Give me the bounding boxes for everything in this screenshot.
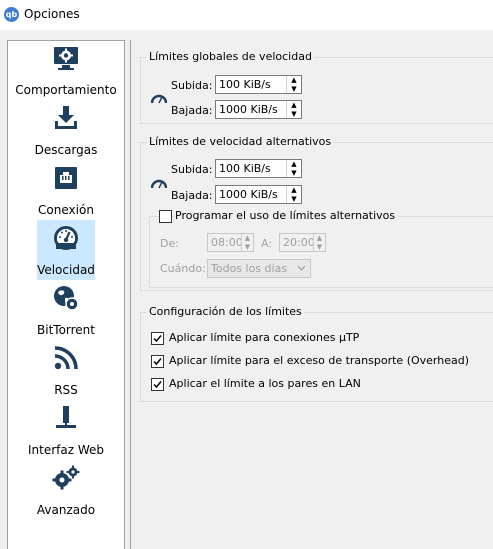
spin-down-icon[interactable]: ▼ xyxy=(287,195,301,203)
speed-settings-page: Límites globales de velocidad Subida: 10… xyxy=(131,40,493,549)
when-select[interactable]: Todos los días xyxy=(207,259,311,278)
app-logo-icon: qb xyxy=(4,7,19,22)
spinbox-value: 100 KiB/s xyxy=(219,162,271,175)
monitor-gear-icon xyxy=(8,43,124,75)
spinbox-value: 100 KiB/s xyxy=(219,78,271,91)
sidebar-item-label: Comportamiento xyxy=(15,83,117,97)
to-time-spinbox[interactable]: 20:00 ▲ ▼ xyxy=(279,233,326,252)
spin-up-icon[interactable]: ▲ xyxy=(287,186,301,194)
limits-config-group: Configuración de los límites Aplicar lím… xyxy=(140,305,493,402)
lan-limit-label[interactable]: Aplicar el límite a los pares en LAN xyxy=(169,377,361,390)
rss-icon xyxy=(8,343,124,375)
sidebar-item-rss[interactable]: RSS xyxy=(8,343,124,403)
spin-up-icon[interactable]: ▲ xyxy=(287,160,301,168)
download-label: Bajada: xyxy=(171,189,213,202)
chevron-down-icon xyxy=(297,265,306,271)
title-bar: qb Opciones xyxy=(0,0,493,30)
global-download-spinbox[interactable]: 1000 KiB/s ▲ ▼ xyxy=(215,100,302,119)
spin-up-icon[interactable]: ▲ xyxy=(287,101,301,109)
sidebar-item-bittorrent[interactable]: BitTorrent xyxy=(8,283,124,343)
spinbox-value: 08:00 xyxy=(211,236,243,249)
global-upload-spinbox[interactable]: 100 KiB/s ▲ ▼ xyxy=(215,75,302,94)
spinbox-value: 1000 KiB/s xyxy=(219,103,278,116)
upload-label: Subida: xyxy=(171,163,213,176)
checkmark-icon xyxy=(153,358,162,366)
spin-down-icon[interactable]: ▼ xyxy=(287,85,301,93)
download-label: Bajada: xyxy=(171,104,213,117)
sidebar-item-label: BitTorrent xyxy=(37,323,95,337)
alt-upload-spinbox[interactable]: 100 KiB/s ▲ ▼ xyxy=(215,159,302,178)
sidebar-item-label: Avanzado xyxy=(36,503,96,517)
sidebar-item-comportamiento[interactable]: Comportamiento xyxy=(8,43,124,103)
group-title: Límites globales de velocidad xyxy=(147,50,314,63)
network-port-icon xyxy=(8,163,124,195)
spin-up-icon[interactable]: ▲ xyxy=(287,76,301,84)
to-label: A: xyxy=(261,237,273,250)
checkmark-icon xyxy=(153,335,162,343)
sidebar-item-descargas[interactable]: Descargas xyxy=(8,103,124,163)
speedometer-icon xyxy=(151,94,167,104)
speedometer-icon xyxy=(151,179,167,189)
checkmark-icon xyxy=(153,381,162,389)
overhead-limit-label[interactable]: Aplicar límite para el exceso de transpo… xyxy=(169,354,469,367)
sidebar-item-label: Conexión xyxy=(38,203,94,217)
sidebar-item-conexion[interactable]: Conexión xyxy=(8,163,124,223)
spin-down-icon[interactable]: ▼ xyxy=(287,110,301,118)
upload-label: Subida: xyxy=(171,79,213,92)
spin-up-icon[interactable]: ▲ xyxy=(242,234,253,242)
globe-gear-icon xyxy=(8,283,124,315)
download-icon xyxy=(8,103,124,135)
group-title: Configuración de los límites xyxy=(147,305,304,318)
lan-limit-checkbox[interactable] xyxy=(151,378,164,391)
spin-down-icon[interactable]: ▼ xyxy=(242,243,253,251)
when-label: Cuándo: xyxy=(160,262,206,275)
select-value: Todos los días xyxy=(211,262,288,275)
spinbox-value: 20:00 xyxy=(283,236,315,249)
from-label: De: xyxy=(160,237,179,250)
gears-icon xyxy=(8,463,124,495)
utp-limit-checkbox[interactable] xyxy=(151,332,164,345)
overhead-limit-checkbox[interactable] xyxy=(151,355,164,368)
alt-limits-group: Límites de velocidad alternativos Subida… xyxy=(140,135,493,291)
schedule-checkbox[interactable] xyxy=(159,210,172,223)
sidebar-item-interfaz-web[interactable]: Interfaz Web xyxy=(8,403,124,463)
from-time-spinbox[interactable]: 08:00 ▲ ▼ xyxy=(207,233,254,252)
sidebar-item-velocidad[interactable]: Velocidad xyxy=(8,220,124,283)
window-title: Opciones xyxy=(24,7,80,21)
spin-up-icon[interactable]: ▲ xyxy=(314,234,325,242)
sidebar-item-label: Descargas xyxy=(34,143,98,157)
group-title: Límites de velocidad alternativos xyxy=(147,135,334,148)
global-limits-group: Límites globales de velocidad Subida: 10… xyxy=(140,50,493,124)
schedule-group: Programar el uso de límites alternativos… xyxy=(149,209,493,288)
options-sidebar: Comportamiento Descargas Conexión Veloci… xyxy=(7,40,125,549)
spin-down-icon[interactable]: ▼ xyxy=(314,243,325,251)
schedule-label[interactable]: Programar el uso de límites alternativos xyxy=(175,209,399,222)
spin-down-icon[interactable]: ▼ xyxy=(287,169,301,177)
utp-limit-label[interactable]: Aplicar límite para conexiones µTP xyxy=(169,331,359,344)
sidebar-item-label: Interfaz Web xyxy=(27,443,105,457)
alt-download-spinbox[interactable]: 1000 KiB/s ▲ ▼ xyxy=(215,185,302,204)
sidebar-item-avanzado[interactable]: Avanzado xyxy=(8,463,124,523)
web-ui-icon xyxy=(8,403,124,435)
sidebar-item-label: RSS xyxy=(54,383,78,397)
sidebar-item-label: Velocidad xyxy=(37,263,95,277)
spinbox-value: 1000 KiB/s xyxy=(219,188,278,201)
